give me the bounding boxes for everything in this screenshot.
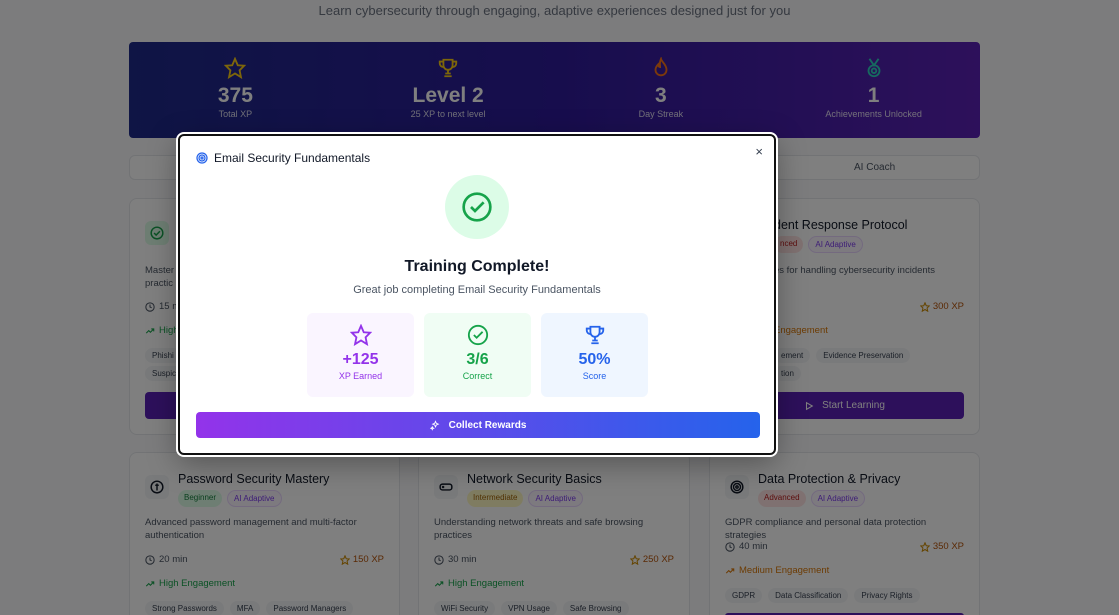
xp-earned-value: +125 xyxy=(342,351,379,368)
correct-value: 3/6 xyxy=(466,351,489,368)
completion-badge xyxy=(445,175,509,239)
xp-earned-card: +125 XP Earned xyxy=(307,313,414,397)
dialog-title: Email Security Fundamentals xyxy=(214,151,371,165)
xp-earned-label: XP Earned xyxy=(338,371,383,381)
collect-rewards-button[interactable]: Collect Rewards xyxy=(196,412,760,438)
check-circle-icon xyxy=(462,192,492,222)
sparkles-icon xyxy=(429,419,440,431)
correct-card: 3/6 Correct xyxy=(424,313,531,397)
correct-label: Correct xyxy=(462,371,493,381)
completion-message: Great job completing Email Security Fund… xyxy=(353,284,601,296)
trophy-icon xyxy=(585,325,604,345)
score-label: Score xyxy=(582,371,607,381)
completion-heading: Training Complete! xyxy=(404,258,550,275)
collect-rewards-label: Collect Rewards xyxy=(448,419,527,431)
score-value: 50% xyxy=(578,351,611,368)
close-icon[interactable]: × xyxy=(755,144,763,159)
training-complete-dialog: Email Security Fundamentals × Training C… xyxy=(178,134,776,455)
dialog-header: Email Security Fundamentals xyxy=(196,151,370,165)
check-circle-icon xyxy=(467,324,488,346)
star-icon xyxy=(349,324,372,346)
score-card: 50% Score xyxy=(541,313,648,397)
target-icon xyxy=(196,152,208,164)
